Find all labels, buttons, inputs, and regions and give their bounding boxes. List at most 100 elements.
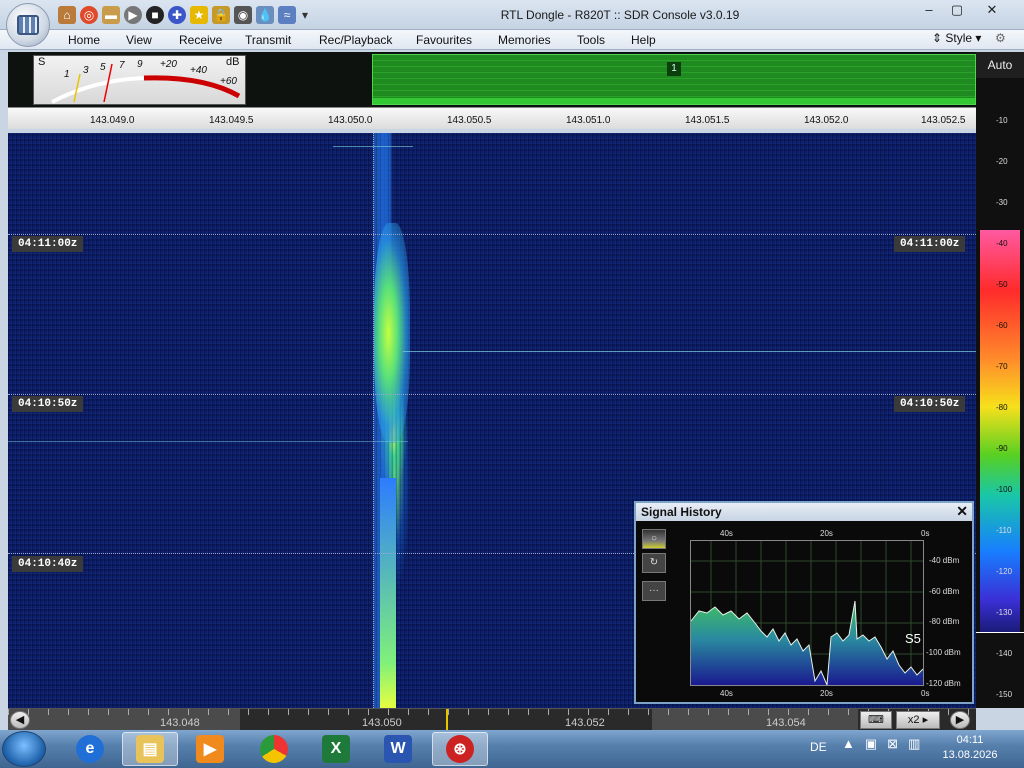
frequency-tick: 143.050.0 [328, 115, 373, 126]
db-tick: -60 [996, 321, 1008, 330]
tab-help[interactable]: Help [631, 33, 656, 47]
signal-history-panel: Signal History ✕ ○ ↻ ··· 40s 20s 0s 40s … [634, 501, 974, 704]
taskbar-app[interactable]: ⊛ [432, 732, 488, 766]
history-dbm-label: -100 dBm [926, 648, 961, 657]
scroll-right-button[interactable]: ▶ [950, 711, 970, 729]
style-menu[interactable]: ⇕ Style ▾ [932, 31, 981, 45]
add-icon[interactable]: ✚ [168, 6, 186, 24]
bottom-frequency-scale[interactable]: 143.048 143.050 143.052 143.054 ◀ ⌨ x2 ▸… [8, 708, 976, 731]
application-menu-button[interactable] [6, 3, 50, 47]
s-meter-tick: +20 [160, 59, 177, 70]
vfo-marker-badge[interactable]: 1 [667, 62, 681, 76]
lifebuoy-icon[interactable]: ◎ [80, 6, 98, 24]
vfo-marker-line[interactable] [373, 133, 374, 708]
taskbar-app[interactable]: ▶ [182, 732, 238, 766]
history-dbm-label: -40 dBm [929, 556, 960, 565]
taskbar-app[interactable]: X [308, 732, 364, 766]
history-time-label: 0s [921, 689, 930, 698]
time-gridline [8, 394, 976, 395]
radio-icon[interactable]: ≈ [278, 6, 296, 24]
auto-scale-button[interactable]: Auto [976, 52, 1024, 78]
time-gridline [8, 234, 976, 235]
drop-icon[interactable]: 💧 [256, 6, 274, 24]
bottom-frequency-tick: 143.052 [565, 717, 605, 729]
style-arrows-icon: ⇕ [932, 31, 946, 45]
zoom-label: x2 [907, 714, 920, 726]
taskbar-app[interactable]: ▤ [122, 732, 178, 766]
interference-line [403, 351, 976, 352]
camera-icon[interactable]: ◉ [234, 6, 252, 24]
taskbar-app[interactable]: e [62, 732, 118, 766]
taskbar-app[interactable]: W [370, 732, 426, 766]
tab-receive[interactable]: Receive [179, 33, 222, 47]
app-logo-icon [17, 15, 39, 35]
history-time-label: 40s [720, 689, 733, 698]
frequency-tick: 143.051.5 [685, 115, 730, 126]
tab-transmit[interactable]: Transmit [245, 33, 291, 47]
noise-floor-line[interactable] [976, 632, 1024, 633]
tab-view[interactable]: View [126, 33, 152, 47]
folder-icon[interactable]: ▬ [102, 6, 120, 24]
close-button[interactable]: ✕ [972, 0, 1012, 20]
system-clock[interactable]: 04:11 13.08.2026 [930, 733, 1010, 763]
stop-icon[interactable]: ■ [146, 6, 164, 24]
signal-history-more-button[interactable]: ··· [642, 581, 666, 601]
tab-home[interactable]: Home [68, 33, 100, 47]
window-title: RTL Dongle - R820T :: SDR Console v3.0.1… [500, 8, 740, 22]
excel-icon: X [322, 735, 350, 763]
s-meter-tick: +40 [190, 65, 207, 76]
tab-memories[interactable]: Memories [498, 33, 551, 47]
frequency-tick: 143.051.0 [566, 115, 611, 126]
tuning-indicator[interactable] [446, 709, 448, 731]
time-label-right: 04:10:50z [894, 396, 966, 412]
db-tick: -70 [996, 362, 1008, 371]
history-dbm-label: -60 dBm [929, 587, 960, 596]
db-tick: -120 [996, 567, 1013, 576]
network-icon[interactable]: ⊠ [887, 736, 898, 752]
signal-burst [374, 223, 410, 443]
taskbar-app[interactable] [246, 732, 302, 766]
tab-tools[interactable]: Tools [577, 33, 605, 47]
history-time-label: 40s [720, 529, 733, 538]
scroll-left-button[interactable]: ◀ [10, 711, 30, 729]
bottom-frequency-tick: 143.050 [362, 717, 402, 729]
signal-history-close-button[interactable]: ✕ [956, 503, 968, 520]
maximize-button[interactable]: ▢ [944, 0, 970, 20]
tab-favourites[interactable]: Favourites [416, 33, 472, 47]
bottom-scale-ticks [8, 709, 976, 715]
db-tick: -80 [996, 403, 1008, 412]
star-icon[interactable]: ★ [190, 6, 208, 24]
s-meter-tick: 3 [83, 65, 89, 76]
frequency-scale[interactable]: 143.049.0 143.049.5 143.050.0 143.050.5 … [8, 107, 976, 129]
s-meter: S dB 1 3 5 7 9 +20 +40 +60 [33, 55, 246, 105]
start-button[interactable] [2, 731, 46, 767]
device-icon[interactable]: ▣ [865, 736, 877, 752]
signal-history-reset-button[interactable]: ○ [642, 529, 666, 549]
bottom-frequency-tick: 143.054 [766, 717, 806, 729]
db-tick: -110 [996, 526, 1012, 535]
minimize-button[interactable]: – [916, 0, 942, 20]
signal-history-title-bar[interactable]: Signal History ✕ [636, 503, 972, 521]
s-meter-tick: 7 [119, 60, 125, 71]
signal-history-refresh-button[interactable]: ↻ [642, 553, 666, 573]
gear-icon[interactable]: ⚙ [995, 31, 1006, 45]
db-tick: -30 [996, 198, 1008, 207]
speaker-icon[interactable]: ▥ [908, 736, 920, 752]
sdr-console-window: ⌂ ◎ ▬ ▶ ■ ✚ ★ 🔒 ◉ 💧 ≈ ▾ RTL Dongle - R82… [0, 0, 1024, 768]
db-scale-bar: Auto -10 -20 -30 -40 -50 -60 -70 -80 -90… [976, 52, 1024, 708]
db-tick: -50 [996, 280, 1008, 289]
show-hidden-icons-icon[interactable]: ▲ [842, 736, 855, 752]
media-player-icon: ▶ [196, 735, 224, 763]
zoom-selector[interactable]: x2 ▸ [896, 711, 940, 729]
keyboard-icon[interactable]: ⌨ [860, 711, 892, 729]
signal-history-title: Signal History [641, 505, 722, 519]
home-icon[interactable]: ⌂ [58, 6, 76, 24]
signal-trace [380, 478, 396, 708]
time-label-left: 04:10:40z [12, 556, 84, 572]
play-icon[interactable]: ▶ [124, 6, 142, 24]
lock-icon[interactable]: 🔒 [212, 6, 230, 24]
language-indicator[interactable]: DE [810, 740, 827, 754]
dropdown-icon[interactable]: ▾ [300, 6, 310, 24]
spectrum-baseline [373, 98, 975, 104]
tab-rec-playback[interactable]: Rec/Playback [319, 33, 392, 47]
